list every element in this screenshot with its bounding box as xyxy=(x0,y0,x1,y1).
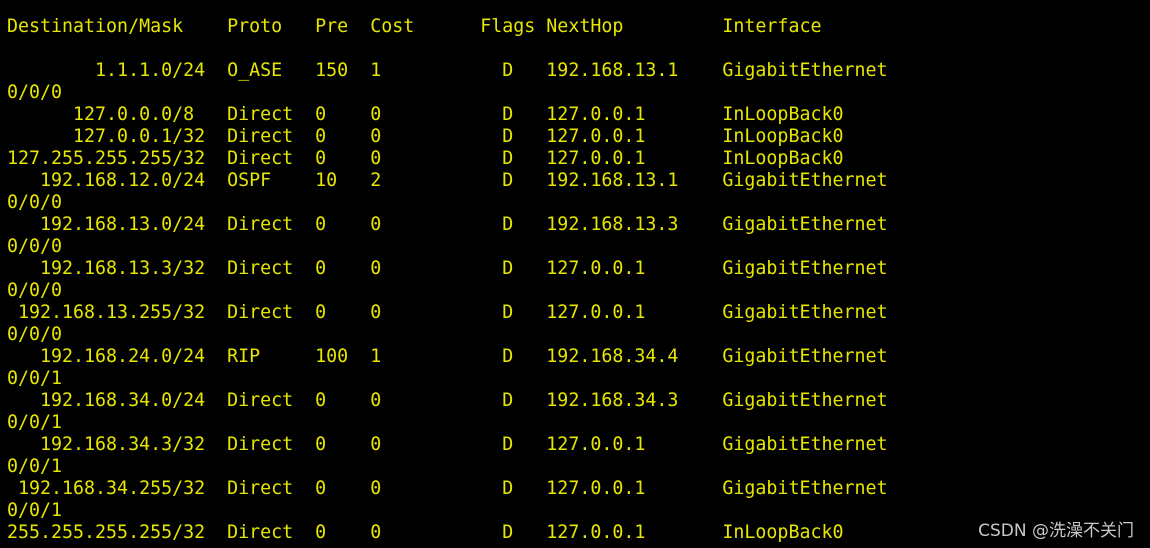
routing-table-line: 0/0/1 xyxy=(7,412,63,433)
routing-table-line: 192.168.34.0/24 Direct 0 0 D 192.168.34.… xyxy=(7,390,888,411)
routing-table-header: Destination/Mask Proto Pre Cost Flags Ne… xyxy=(7,16,822,37)
terminal-window: Destination/Mask Proto Pre Cost Flags Ne… xyxy=(0,0,1150,548)
routing-table-line: 1.1.1.0/24 O_ASE 150 1 D 192.168.13.1 Gi… xyxy=(7,60,888,81)
routing-table-line: 192.168.13.255/32 Direct 0 0 D 127.0.0.1… xyxy=(7,302,888,323)
routing-table-line: 127.0.0.0/8 Direct 0 0 D 127.0.0.1 InLoo… xyxy=(7,104,844,125)
routing-table-output: Destination/Mask Proto Pre Cost Flags Ne… xyxy=(7,16,1150,544)
routing-table-line: 0/0/1 xyxy=(7,456,63,477)
routing-table-line: 192.168.34.3/32 Direct 0 0 D 127.0.0.1 G… xyxy=(7,434,888,455)
routing-table-line: 0/0/0 xyxy=(7,192,63,213)
csdn-watermark: CSDN @洗澡不关门 xyxy=(978,521,1134,541)
routing-table-line: 0/0/0 xyxy=(7,82,63,103)
routing-table-line: 0/0/1 xyxy=(7,500,63,521)
routing-table-line: 192.168.12.0/24 OSPF 10 2 D 192.168.13.1… xyxy=(7,170,888,191)
routing-table-line: 0/0/0 xyxy=(7,236,63,257)
routing-table-line: 192.168.13.0/24 Direct 0 0 D 192.168.13.… xyxy=(7,214,888,235)
routing-table-line: 0/0/0 xyxy=(7,280,63,301)
routing-table-line: 192.168.24.0/24 RIP 100 1 D 192.168.34.4… xyxy=(7,346,888,367)
routing-table-line: 127.0.0.1/32 Direct 0 0 D 127.0.0.1 InLo… xyxy=(7,126,844,147)
routing-table-line: 0/0/0 xyxy=(7,324,63,345)
routing-table-line: 192.168.13.3/32 Direct 0 0 D 127.0.0.1 G… xyxy=(7,258,888,279)
routing-table-line: 127.255.255.255/32 Direct 0 0 D 127.0.0.… xyxy=(7,148,844,169)
routing-table-line: 0/0/1 xyxy=(7,368,63,389)
routing-table-line: 192.168.34.255/32 Direct 0 0 D 127.0.0.1… xyxy=(7,478,888,499)
